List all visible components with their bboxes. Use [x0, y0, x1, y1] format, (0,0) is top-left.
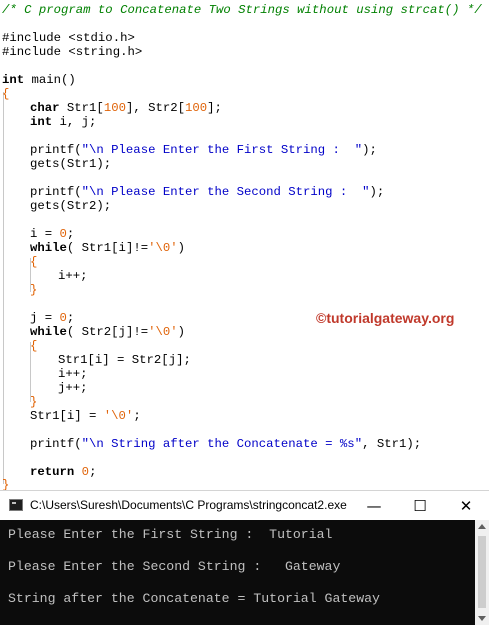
keyword: while	[30, 241, 67, 255]
keyword: char	[30, 101, 60, 115]
console-output-line: Please Enter the Second String : Gateway	[8, 559, 341, 574]
code-close-brace: }	[2, 478, 10, 490]
code-text: );	[362, 143, 377, 157]
code-include-string: #include <string.h>	[2, 45, 143, 59]
code-include-stdio: #include <stdio.h>	[2, 31, 135, 45]
code-j-init: j = 0;	[30, 311, 74, 325]
code-text: , Str1);	[362, 437, 422, 451]
char-literal: '\0'	[103, 409, 134, 423]
code-text: ], Str2[	[125, 101, 185, 115]
code-printf-second: printf("\n Please Enter the Second Strin…	[30, 185, 384, 199]
code-text: ];	[207, 101, 222, 115]
code-text: )	[177, 325, 186, 339]
string-literal: "\n Please Enter the First String : "	[81, 143, 363, 157]
code-text: main()	[24, 73, 76, 87]
close-icon: ✕	[459, 497, 473, 515]
code-text: printf(	[30, 437, 82, 451]
keyword: return	[30, 465, 75, 479]
code-text: Str1[i] =	[30, 409, 104, 423]
close-button[interactable]: ✕	[443, 491, 489, 521]
code-text: ( Str2[j]!=	[66, 325, 149, 339]
code-text: ( Str1[i]!=	[66, 241, 149, 255]
console-output-area[interactable]: Please Enter the First String : Tutorial…	[0, 520, 475, 625]
number-literal: 0	[59, 227, 67, 241]
console-output-line: Please Enter the First String : Tutorial	[8, 527, 333, 542]
char-literal: '\0'	[148, 325, 178, 339]
code-text: ;	[66, 311, 75, 325]
code-text: ;	[133, 409, 141, 423]
code-printf-first: printf("\n Please Enter the First String…	[30, 143, 377, 157]
code-gets-first: gets(Str1);	[30, 157, 112, 171]
number-literal: 0	[59, 311, 67, 325]
code-editor: /* C program to Concatenate Two Strings …	[0, 0, 489, 490]
code-while-second-open: {	[30, 339, 38, 353]
code-decl-char: char Str1[100], Str2[100];	[30, 101, 222, 115]
code-text: printf(	[30, 143, 82, 157]
code-text: ;	[66, 227, 75, 241]
code-comment: /* C program to Concatenate Two Strings …	[2, 3, 482, 17]
code-text: );	[369, 185, 385, 199]
scroll-down-arrow-icon[interactable]	[478, 616, 486, 621]
code-while-second-body-i: i++;	[58, 367, 88, 381]
maximize-button[interactable]: ☐	[397, 491, 443, 521]
code-text: ;	[89, 465, 97, 479]
code-text: )	[177, 241, 186, 255]
code-text: printf(	[30, 185, 82, 199]
code-terminate: Str1[i] = '\0';	[30, 409, 141, 423]
string-literal: "\n String after the Concatenate = %s"	[81, 437, 363, 451]
number-literal: 100	[185, 101, 208, 115]
window-title: C:\Users\Suresh\Documents\C Programs\str…	[30, 498, 347, 512]
code-gets-second: gets(Str2);	[30, 199, 112, 213]
minimize-icon: —	[366, 497, 382, 515]
code-text: i =	[30, 227, 60, 241]
minimize-button[interactable]: —	[351, 491, 397, 521]
keyword: while	[30, 325, 67, 339]
code-while-first-close: }	[30, 283, 38, 297]
console-output-line: String after the Concatenate = Tutorial …	[8, 591, 380, 606]
code-main-signature: int main()	[2, 73, 76, 87]
code-text: i, j;	[52, 115, 97, 129]
code-i-init: i = 0;	[30, 227, 74, 241]
scrollbar-thumb[interactable]	[478, 536, 486, 608]
console-app-icon[interactable]	[9, 499, 23, 511]
code-while-first-body: i++;	[58, 269, 88, 283]
number-literal: 0	[81, 465, 90, 479]
string-literal: "\n Please Enter the Second String : "	[81, 185, 370, 199]
watermark: ©tutorialgateway.org	[316, 310, 455, 326]
code-text: j =	[30, 311, 60, 325]
keyword: int	[2, 73, 25, 87]
console-window: C:\Users\Suresh\Documents\C Programs\str…	[0, 490, 489, 625]
code-while-second-body-j: j++;	[58, 381, 88, 395]
code-while-first: while( Str1[i]!='\0')	[30, 241, 185, 255]
code-return: return 0;	[30, 465, 96, 479]
code-while-second-body-copy: Str1[i] = Str2[j];	[58, 353, 191, 367]
scroll-up-arrow-icon[interactable]	[478, 524, 486, 529]
code-decl-int: int i, j;	[30, 115, 96, 129]
code-text: Str1[	[59, 101, 104, 115]
char-literal: '\0'	[148, 241, 178, 255]
code-open-brace: {	[2, 87, 10, 101]
code-while-second: while( Str2[j]!='\0')	[30, 325, 185, 339]
code-while-first-open: {	[30, 255, 38, 269]
code-printf-result: printf("\n String after the Concatenate …	[30, 437, 421, 451]
number-literal: 100	[103, 101, 126, 115]
code-while-second-close: }	[30, 395, 38, 409]
keyword: int	[30, 115, 53, 129]
vertical-scrollbar[interactable]	[475, 520, 489, 625]
indent-guide-main	[3, 92, 4, 484]
maximize-icon: ☐	[413, 497, 427, 515]
console-titlebar[interactable]: C:\Users\Suresh\Documents\C Programs\str…	[0, 490, 489, 521]
